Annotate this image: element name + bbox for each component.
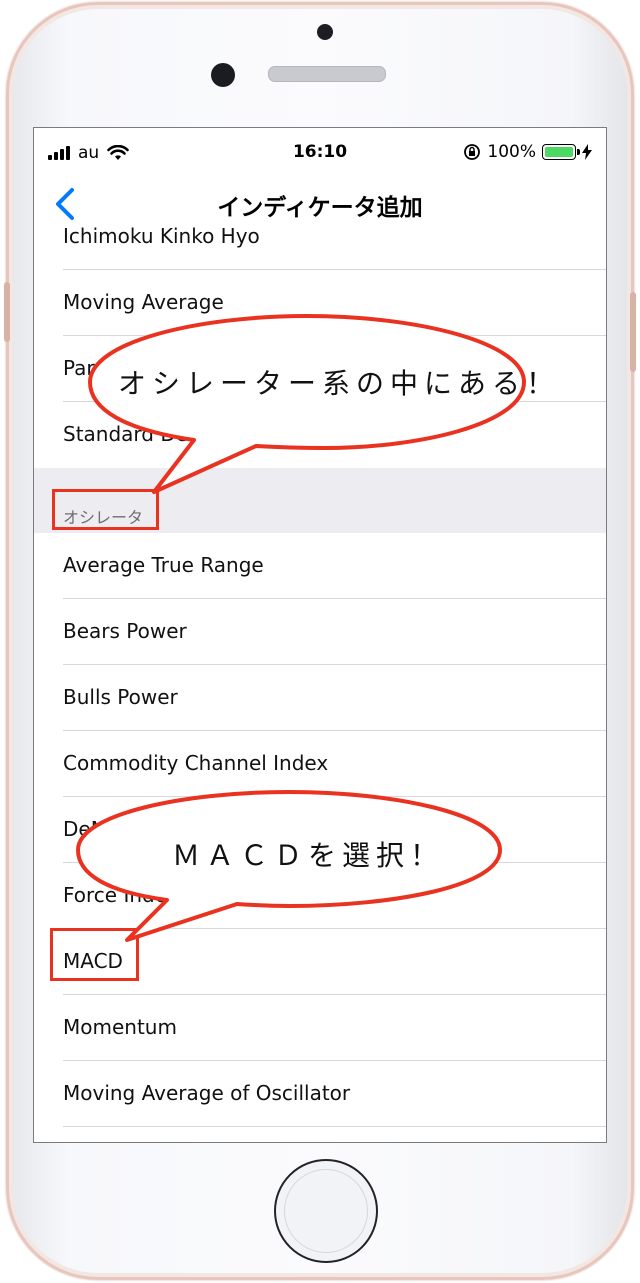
proximity-sensor <box>317 24 333 40</box>
front-camera <box>211 63 235 87</box>
status-right: 100% <box>463 142 592 162</box>
list-item-label: Bulls Power <box>63 685 178 709</box>
list-item-average-true-range[interactable]: Average True Range <box>63 533 606 599</box>
volume-button <box>4 282 10 342</box>
page-title: インディケータ追加 <box>217 195 423 221</box>
home-button[interactable] <box>274 1159 378 1263</box>
list-item-label: Ichimoku Kinko Hyo <box>63 224 260 248</box>
list-item-bulls-power[interactable]: Bulls Power <box>63 665 606 731</box>
phone-screen: au 16:10 100% インディケータ追加 Ichimoku Kinko H… <box>33 127 607 1143</box>
list-item-ichimoku[interactable]: Ichimoku Kinko Hyo <box>63 224 606 270</box>
annotation-bubble-macd: ＭＡＣＤを選択！ <box>72 788 506 948</box>
battery-icon <box>542 144 580 160</box>
list-item-label: Moving Average of Oscillator <box>63 1081 351 1105</box>
power-button <box>630 292 636 372</box>
list-item-label: Bears Power <box>63 619 187 643</box>
annotation-text-oscillator: オシレーター系の中にある！ <box>118 367 561 400</box>
charging-bolt-icon <box>582 144 592 160</box>
speech-bubble-shape <box>88 314 526 494</box>
annotation-bubble-oscillator: オシレーター系の中にある！ <box>84 312 554 496</box>
annotation-text-macd: ＭＡＣＤを選択！ <box>172 839 445 872</box>
list-item-label: Commodity Channel Index <box>63 751 329 775</box>
battery-percent: 100% <box>487 142 536 162</box>
list-item-bears-power[interactable]: Bears Power <box>63 599 606 665</box>
orientation-lock-icon <box>464 144 481 160</box>
list-item-moving-average-of-oscillator[interactable]: Moving Average of Oscillator <box>63 1061 606 1127</box>
list-item-momentum[interactable]: Momentum <box>63 995 606 1061</box>
status-bar: au 16:10 100% <box>34 128 606 178</box>
list-item-label: Momentum <box>63 1015 177 1039</box>
list-item-label: Average True Range <box>63 553 264 577</box>
list-item-label: Moving Average <box>63 290 224 314</box>
earpiece-speaker <box>268 66 386 82</box>
